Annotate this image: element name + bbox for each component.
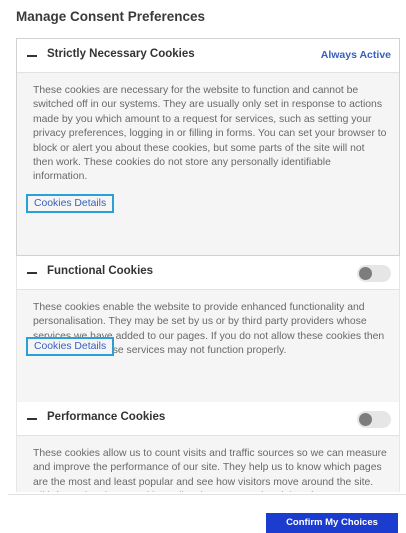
section-performance: Performance Cookies These cookies allow …	[16, 402, 400, 492]
collapse-minus-icon[interactable]	[27, 418, 37, 420]
section-body: These cookies allow us to count visits a…	[17, 436, 399, 492]
section-title: Performance Cookies	[47, 411, 166, 423]
section-description: These cookies allow us to count visits a…	[33, 448, 387, 492]
collapse-minus-icon[interactable]	[27, 55, 37, 57]
section-description: These cookies are necessary for the webs…	[33, 85, 387, 183]
section-strictly-necessary: Strictly Necessary Cookies Always Active…	[16, 38, 400, 256]
toggle-knob	[359, 267, 372, 280]
performance-cookies-toggle[interactable]	[357, 411, 391, 428]
section-header-performance[interactable]: Performance Cookies	[17, 402, 399, 436]
preferences-scroll-area[interactable]: Strictly Necessary Cookies Always Active…	[0, 32, 406, 492]
toggle-knob	[359, 413, 372, 426]
page-title: Manage Consent Preferences	[16, 9, 206, 24]
section-header-functional[interactable]: Functional Cookies	[17, 256, 399, 290]
confirm-my-choices-button[interactable]: Confirm My Choices	[266, 513, 398, 533]
cookies-details-link[interactable]: Cookies Details	[26, 337, 115, 356]
section-functional: Functional Cookies These cookies enable …	[16, 256, 400, 402]
section-title: Strictly Necessary Cookies	[47, 48, 195, 60]
cookies-details-link[interactable]: Cookies Details	[26, 194, 115, 213]
always-active-label: Always Active	[320, 49, 391, 61]
section-header-strictly-necessary[interactable]: Strictly Necessary Cookies Always Active	[17, 39, 399, 73]
section-title: Functional Cookies	[47, 265, 154, 277]
footer-divider	[8, 494, 406, 495]
functional-cookies-toggle[interactable]	[357, 265, 391, 282]
section-body: These cookies are necessary for the webs…	[17, 73, 399, 255]
collapse-minus-icon[interactable]	[27, 272, 37, 274]
